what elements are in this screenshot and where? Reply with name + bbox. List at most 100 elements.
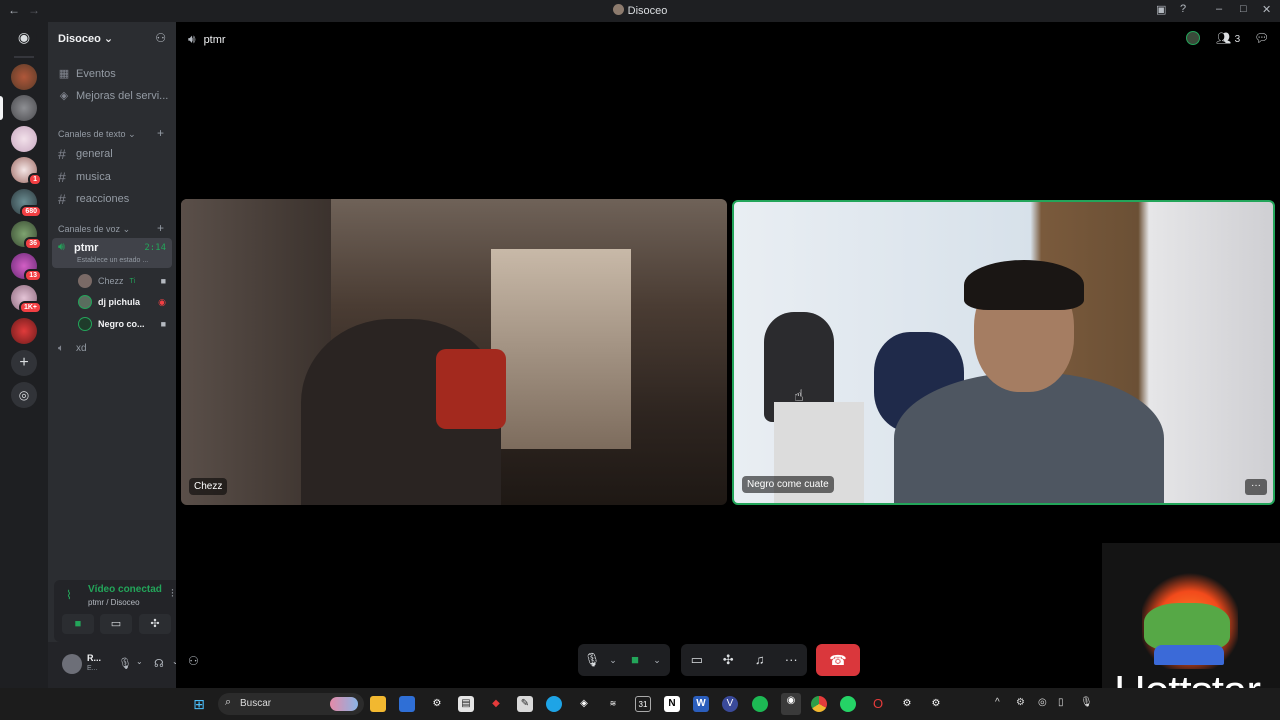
app-icon[interactable]: ⚙ — [899, 696, 915, 712]
video-tile-negro-come-cuate[interactable]: ☝ Negro come cuate ··· — [732, 200, 1275, 505]
activities-icon[interactable]: ✣ — [713, 644, 745, 676]
microphone-icon[interactable]: 🎙︎ — [578, 644, 606, 676]
channel-general[interactable]: # general — [58, 146, 113, 162]
server-icon-6[interactable]: 36 — [11, 221, 42, 250]
help-icon[interactable]: ? — [1180, 3, 1186, 15]
steelseries-icon[interactable]: ⚙ — [928, 696, 944, 712]
server-header[interactable]: Disoceo ⌄ ⚇ — [48, 22, 176, 54]
server-icon-2[interactable] — [11, 95, 37, 121]
more-icon[interactable]: ··· — [776, 644, 808, 676]
search-icon: ⌕ — [225, 696, 232, 708]
streaming-icon: ◉ — [158, 297, 166, 307]
edge-icon[interactable] — [546, 696, 562, 712]
chevron-down-icon[interactable]: ⌄ — [650, 644, 664, 676]
avatar — [78, 317, 92, 331]
maximize-icon[interactable]: □ — [1240, 3, 1247, 15]
invite-to-call-icon[interactable]: ⚇ — [188, 654, 199, 668]
close-icon[interactable]: ✕ — [1262, 3, 1271, 16]
discover-icon[interactable]: ◎ — [11, 382, 37, 408]
steam-icon[interactable]: ◈ — [576, 696, 592, 712]
set-status[interactable]: Establece un estado ... — [77, 257, 148, 264]
screenshare-icon[interactable]: ▭ — [681, 644, 713, 676]
voice-channel-xd[interactable]: 🔈︎ xd — [58, 343, 87, 354]
tray-chevron-icon[interactable]: ^ — [995, 697, 1000, 708]
server-icon-7[interactable]: 13 — [11, 253, 42, 282]
app-icon[interactable]: ◆ — [488, 696, 504, 712]
server-list: ◉ 1 680 36 13 1K+ + ◎ — [0, 22, 48, 688]
app-icon[interactable]: ≋ — [605, 696, 621, 712]
avatar — [78, 274, 92, 288]
more-options-icon[interactable]: ··· — [1245, 479, 1267, 495]
windows-start-icon[interactable]: ⊞ — [191, 696, 207, 712]
discord-home-icon[interactable]: ◉ — [11, 24, 37, 50]
participants-icon[interactable]: 👥︎ 3 — [1216, 31, 1240, 45]
server-icon-8[interactable]: 1K+ — [11, 285, 42, 314]
chrome-icon[interactable] — [811, 696, 827, 712]
speaker-icon: 🔈︎ — [58, 343, 64, 354]
notion-icon[interactable]: N — [664, 696, 680, 712]
channel-reacciones[interactable]: # reacciones — [58, 191, 129, 207]
voice-member[interactable]: Negro co... — [78, 317, 145, 331]
signal-icon: ⌇ — [66, 588, 72, 602]
calendar-icon[interactable]: 31 — [635, 696, 651, 712]
window-title: Disoceo — [0, 4, 1280, 17]
add-server-icon[interactable]: + — [11, 350, 37, 376]
whatsapp-icon[interactable] — [840, 696, 856, 712]
tray-steelseries-icon[interactable]: ⚙ — [1016, 697, 1025, 708]
app-icon[interactable]: V — [722, 696, 738, 712]
connection-location[interactable]: ptmr / Disoceo — [88, 598, 140, 607]
minimize-icon[interactable]: – — [1216, 3, 1222, 15]
avatar — [78, 295, 92, 309]
store-icon[interactable] — [399, 696, 415, 712]
server-icon-9[interactable] — [11, 318, 37, 344]
chevron-down-icon: ⌄ — [128, 129, 136, 139]
chevron-down-icon[interactable]: ⌄ — [606, 644, 620, 676]
noise-suppression-icon[interactable]: ⫶ — [171, 588, 174, 601]
server-icon-1[interactable] — [11, 64, 37, 90]
channel-musica[interactable]: # musica — [58, 169, 111, 185]
video-tile-chezz[interactable]: Chezz — [181, 199, 727, 505]
avatar[interactable] — [62, 654, 82, 674]
server-icon-3[interactable] — [11, 126, 37, 152]
user-status: E... — [87, 665, 98, 672]
add-text-channel-icon[interactable]: + — [157, 126, 164, 140]
microphone-icon[interactable]: 🎙︎ — [118, 657, 132, 670]
word-icon[interactable]: W — [693, 696, 709, 712]
headphones-icon[interactable]: ☊ — [154, 657, 164, 670]
title-bar: ← → Disoceo ▣ ? – □ ✕ — [0, 0, 1280, 22]
server-icon-4[interactable]: 1 — [11, 157, 42, 186]
chevron-down-icon[interactable]: ⌄ — [136, 657, 143, 666]
text-category[interactable]: Canales de texto ⌄ — [58, 129, 136, 140]
tray-app-icon[interactable]: ◎ — [1038, 697, 1047, 708]
voice-member[interactable]: Chezz Ti — [78, 274, 135, 288]
activities-button[interactable]: ✣ — [139, 614, 171, 634]
tray-mic-icon[interactable]: 🎙︎ — [1080, 697, 1093, 708]
camera-button[interactable]: ■ — [62, 614, 94, 634]
tray-usb-icon[interactable]: ▯ — [1058, 697, 1064, 708]
chat-icon[interactable]: 💬︎ — [1254, 31, 1269, 45]
opera-icon[interactable]: O — [870, 696, 886, 712]
frog-graphic — [1144, 603, 1230, 651]
app-icon[interactable]: ▤ — [458, 696, 474, 712]
discord-taskbar-icon[interactable]: ◉ — [781, 693, 801, 715]
notepad-icon[interactable]: ✎ — [517, 696, 533, 712]
file-explorer-icon[interactable] — [370, 696, 386, 712]
server-icon-5[interactable]: 680 — [11, 189, 42, 218]
connection-status[interactable]: Vídeo conectad — [88, 584, 162, 595]
spotify-icon[interactable] — [752, 696, 768, 712]
add-voice-channel-icon[interactable]: + — [157, 221, 164, 235]
inbox-icon[interactable]: ▣ — [1156, 3, 1166, 16]
search-highlight-icon — [330, 697, 358, 711]
tile-name-label: Negro come cuate — [742, 476, 834, 493]
invite-icon[interactable]: ⚇ — [155, 31, 166, 45]
events-item[interactable]: ▦ Eventos — [58, 67, 116, 81]
soundboard-icon[interactable]: ♫ — [744, 644, 776, 676]
voice-category[interactable]: Canales de voz ⌄ — [58, 224, 130, 235]
activity-avatar-icon[interactable] — [1186, 31, 1200, 45]
boosts-item[interactable]: ◈ Mejoras del servi... — [58, 89, 169, 103]
screenshare-button[interactable]: ▭ — [100, 614, 132, 634]
steelseries-icon[interactable]: ⚙ — [429, 696, 445, 712]
camera-icon[interactable]: ■ — [620, 644, 650, 676]
voice-member[interactable]: dj pichula — [78, 295, 140, 309]
leave-call-button[interactable]: ☎ — [816, 644, 860, 676]
